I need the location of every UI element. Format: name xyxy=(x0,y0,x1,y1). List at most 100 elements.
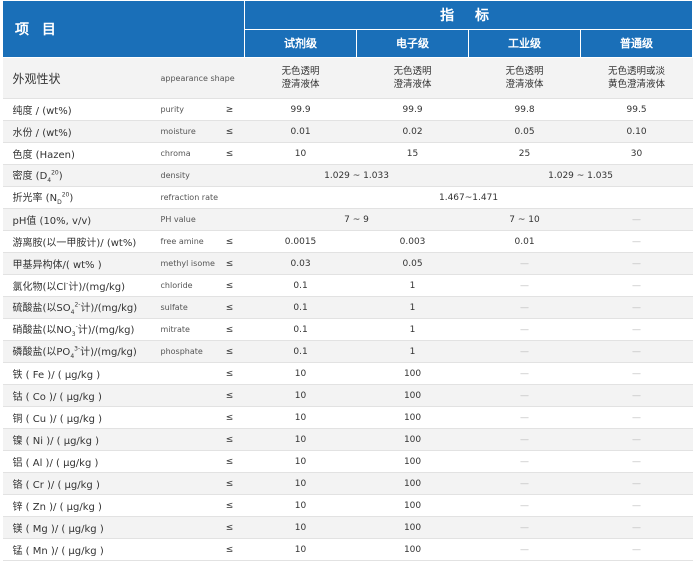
value-ordinary: — xyxy=(580,516,693,539)
row-label-en: methyl isomer xyxy=(152,252,215,275)
value-reagent: 10 xyxy=(244,516,357,539)
row-isomer: 甲基异构体/( wt% ) methyl isomer ≤ 0.03 0.05 … xyxy=(2,252,693,275)
row-label: 硫酸盐(以SO42-计)/(mg/kg) xyxy=(2,296,153,319)
value-industrial: — xyxy=(468,340,581,363)
value-reagent: 10 xyxy=(244,494,357,517)
value-ordinary: — xyxy=(580,450,693,473)
value-ordinary: — xyxy=(580,362,693,385)
row-label: pH值 (10%, v/v) xyxy=(2,208,153,231)
operator: ≤ xyxy=(214,120,245,143)
spec-table: 项 目 指 标 试剂级 电子级 工业级 普通级 外观性状 appearance … xyxy=(1,0,694,561)
row-phosphate: 磷酸盐(以PO43-计)/(mg/kg) phosphate ≤ 0.1 1 —… xyxy=(2,340,693,363)
row-label: 镁 ( Mg )/ ( μg/kg ) xyxy=(2,516,153,539)
row-label-en: PH value xyxy=(152,208,245,231)
row-ni: 镍 ( Ni )/ ( μg/kg ) ≤10 100— — xyxy=(2,428,693,451)
row-label: 镍 ( Ni )/ ( μg/kg ) xyxy=(2,428,153,451)
value-industrial: — xyxy=(468,494,581,517)
value-ordinary: — xyxy=(580,472,693,495)
value-reagent: 0.1 xyxy=(244,274,357,297)
value-industrial: 0.05 xyxy=(468,120,581,143)
value-ordinary: — xyxy=(580,340,693,363)
row-label-en xyxy=(152,428,215,451)
value-ordinary: — xyxy=(580,494,693,517)
value-reagent: 10 xyxy=(244,362,357,385)
value-electronic: 无色透明 澄清液体 xyxy=(356,57,469,99)
row-label-en: appearance shape xyxy=(152,57,245,99)
row-label-en xyxy=(152,406,215,429)
row-density: 密度 (D420) density 1.029 ~ 1.033 1.029 ~ … xyxy=(2,164,693,187)
value-reagent: 10 xyxy=(244,384,357,407)
value-reagent: 0.1 xyxy=(244,318,357,341)
value-industrial: — xyxy=(468,472,581,495)
row-fe: 铁 ( Fe )/ ( μg/kg ) ≤10 100— — xyxy=(2,362,693,385)
value-reagent: 0.03 xyxy=(244,252,357,275)
row-chloride: 氯化物(以Cl-计)/(mg/kg) chloride ≤ 0.1 1 — — xyxy=(2,274,693,297)
operator: ≤ xyxy=(214,362,245,385)
row-label-en: chloride xyxy=(152,274,215,297)
value-industrial: — xyxy=(468,450,581,473)
operator: ≤ xyxy=(214,230,245,253)
row-moisture: 水份 / (wt%) moisture ≤ 0.01 0.02 0.05 0.1… xyxy=(2,120,693,143)
operator: ≤ xyxy=(214,428,245,451)
value-reagent: 0.1 xyxy=(244,340,357,363)
row-label-en xyxy=(152,538,215,561)
row-chroma: 色度 (Hazen) chroma ≤ 10 15 25 30 xyxy=(2,142,693,165)
value-industrial: 0.01 xyxy=(468,230,581,253)
value-reagent: 0.1 xyxy=(244,296,357,319)
value-industrial-ordinary: 1.029 ~ 1.035 xyxy=(468,164,693,187)
row-sulfate: 硫酸盐(以SO42-计)/(mg/kg) sulfate ≤ 0.1 1 — — xyxy=(2,296,693,319)
row-label-en: density xyxy=(152,164,245,187)
row-label: 钴 ( Co )/ ( μg/kg ) xyxy=(2,384,153,407)
value-industrial: 7 ~ 10 xyxy=(468,208,581,231)
value-reagent: 0.0015 xyxy=(244,230,357,253)
header-item: 项 目 xyxy=(1,0,246,58)
row-nitrate: 硝酸盐(以NO3-计)/(mg/kg) mitrate ≤ 0.1 1 — — xyxy=(2,318,693,341)
value-electronic: 1 xyxy=(356,296,469,319)
row-cu: 铜 ( Cu )/ ( μg/kg ) ≤10 100— — xyxy=(2,406,693,429)
operator: ≤ xyxy=(214,274,245,297)
header-indicator: 指 标 xyxy=(244,0,694,30)
value-all: 1.467~1.471 xyxy=(244,186,693,209)
value-electronic: 0.003 xyxy=(356,230,469,253)
row-label-en: mitrate xyxy=(152,318,215,341)
value-ordinary: — xyxy=(580,318,693,341)
value-industrial: — xyxy=(468,538,581,561)
value-industrial: — xyxy=(468,516,581,539)
row-label-en: phosphate xyxy=(152,340,215,363)
row-label: 锌 ( Zn )/ ( μg/kg ) xyxy=(2,494,153,517)
row-label-en: moisture xyxy=(152,120,215,143)
value-ordinary: — xyxy=(580,296,693,319)
value-electronic: 100 xyxy=(356,472,469,495)
operator: ≤ xyxy=(214,406,245,429)
row-label: 磷酸盐(以PO43-计)/(mg/kg) xyxy=(2,340,153,363)
row-label-en xyxy=(152,362,215,385)
row-label-en xyxy=(152,516,215,539)
value-industrial: — xyxy=(468,318,581,341)
row-label: 硝酸盐(以NO3-计)/(mg/kg) xyxy=(2,318,153,341)
row-label: 氯化物(以Cl-计)/(mg/kg) xyxy=(2,274,153,297)
value-ordinary: — xyxy=(580,428,693,451)
operator: ≤ xyxy=(214,340,245,363)
row-refraction: 折光率 (ND20) refraction rate 1.467~1.471 xyxy=(2,186,693,209)
value-ordinary: 30 xyxy=(580,142,693,165)
value-electronic: 100 xyxy=(356,384,469,407)
value-electronic: 1 xyxy=(356,340,469,363)
row-label: 色度 (Hazen) xyxy=(2,142,153,165)
value-industrial: 无色透明 澄清液体 xyxy=(468,57,581,99)
operator: ≤ xyxy=(214,450,245,473)
value-industrial: — xyxy=(468,406,581,429)
value-reagent-electronic: 1.029 ~ 1.033 xyxy=(244,164,469,187)
row-label-en: chroma xyxy=(152,142,215,165)
row-co: 钴 ( Co )/ ( μg/kg ) ≤10 100— — xyxy=(2,384,693,407)
value-reagent: 10 xyxy=(244,450,357,473)
row-label-en: free amine xyxy=(152,230,215,253)
operator: ≥ xyxy=(214,98,245,121)
value-industrial: 99.8 xyxy=(468,98,581,121)
value-industrial: 25 xyxy=(468,142,581,165)
value-industrial: — xyxy=(468,362,581,385)
operator: ≤ xyxy=(214,384,245,407)
row-label: 游离胺(以一甲胺计)/ (wt%) xyxy=(2,230,153,253)
value-ordinary: — xyxy=(580,406,693,429)
row-cr: 铬 ( Cr )/ ( μg/kg ) ≤10 100— — xyxy=(2,472,693,495)
row-label: 铁 ( Fe )/ ( μg/kg ) xyxy=(2,362,153,385)
